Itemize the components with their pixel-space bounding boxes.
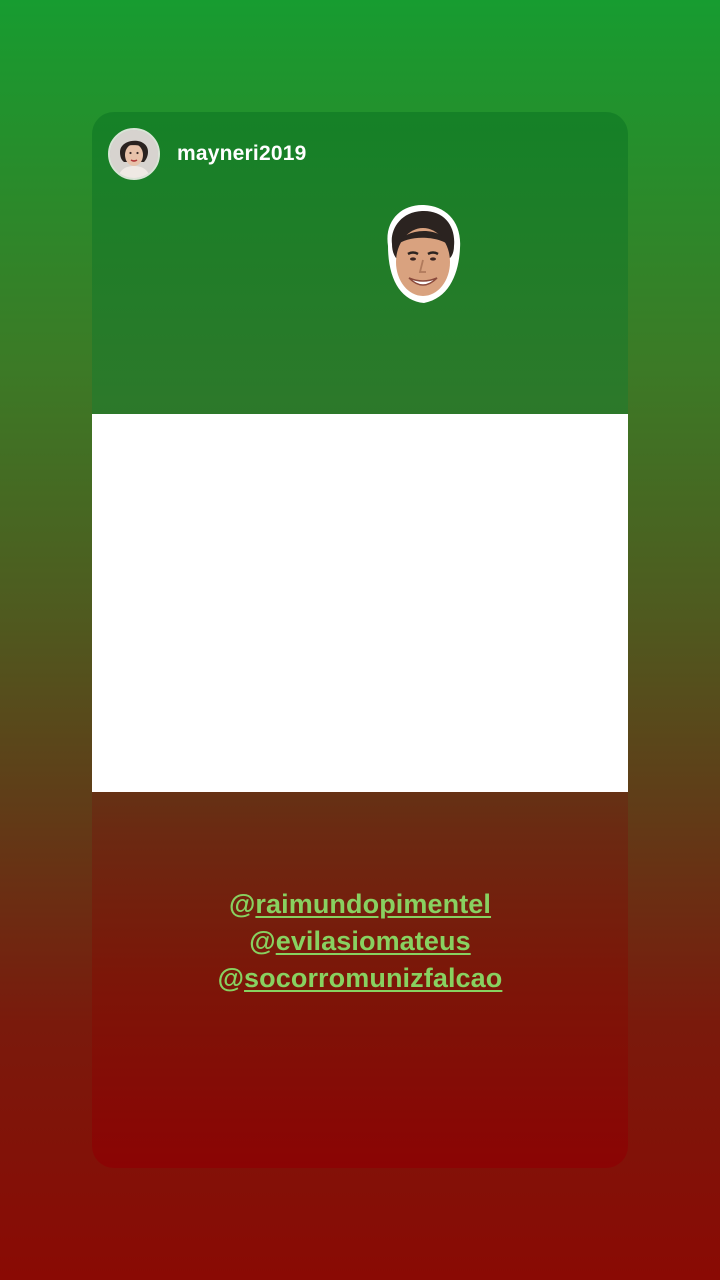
face-sticker-icon (387, 204, 461, 303)
username[interactable]: mayneri2019 (177, 142, 306, 166)
story-card[interactable] (92, 112, 628, 1168)
flag-white-band (92, 414, 628, 792)
avatar-icon (110, 130, 158, 178)
mention-link-3[interactable]: @socorromunizfalcao (92, 960, 628, 997)
mention-link-1[interactable]: @raimundopimentel (92, 886, 628, 923)
mentions-block: @raimundopimentel @evilasiomateus @socor… (92, 886, 628, 997)
face-sticker[interactable] (380, 202, 464, 306)
mention-link-2[interactable]: @evilasiomateus (92, 923, 628, 960)
story-header: mayneri2019 (108, 127, 306, 181)
avatar[interactable] (108, 128, 160, 180)
